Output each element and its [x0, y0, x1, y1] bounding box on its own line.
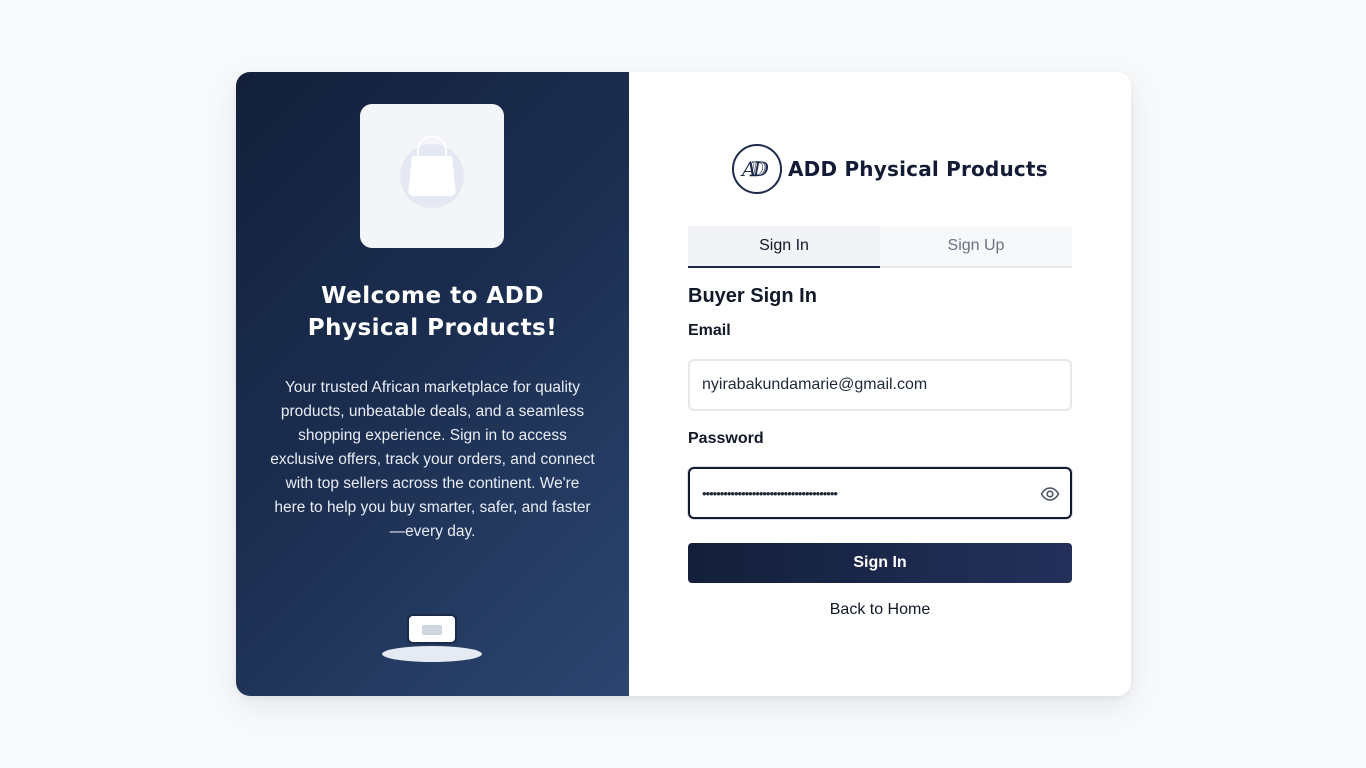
sign-in-button[interactable]: Sign In	[688, 543, 1072, 583]
signin-panel: A D D ADD Physical Products Sign In Sign…	[629, 72, 1131, 696]
eye-icon[interactable]	[1040, 484, 1060, 504]
svg-text:D: D	[749, 157, 766, 181]
email-label: Email	[688, 322, 731, 339]
email-field-wrapper	[688, 359, 1072, 411]
bag-body	[408, 156, 456, 196]
tab-sign-in[interactable]: Sign In	[688, 226, 880, 268]
back-to-home-link[interactable]: Back to Home	[688, 601, 1072, 619]
email-field[interactable]	[690, 361, 1070, 409]
brand-name: ADD Physical Products	[788, 157, 1048, 181]
form-title: Buyer Sign In	[688, 285, 817, 307]
password-field-wrapper	[688, 467, 1072, 519]
auth-tabs: Sign In Sign Up	[688, 226, 1072, 268]
welcome-description: Your trusted African marketplace for qua…	[270, 379, 595, 540]
laptop-icon	[382, 612, 482, 664]
laptop-base	[382, 646, 482, 662]
auth-card: Welcome to ADD Physical Products! Your t…	[236, 72, 1131, 696]
shopping-bag-icon	[400, 136, 464, 208]
password-field[interactable]	[690, 469, 1070, 517]
hero-illustration	[360, 104, 504, 248]
tab-sign-up[interactable]: Sign Up	[880, 226, 1072, 266]
welcome-title: Welcome to ADD Physical Products!	[307, 283, 558, 341]
brand-logo-icon: A D D	[732, 144, 782, 194]
laptop-screen	[407, 614, 457, 644]
welcome-panel: Welcome to ADD Physical Products! Your t…	[236, 72, 629, 696]
brand-header: A D D ADD Physical Products	[732, 144, 1048, 194]
password-label: Password	[688, 430, 764, 447]
